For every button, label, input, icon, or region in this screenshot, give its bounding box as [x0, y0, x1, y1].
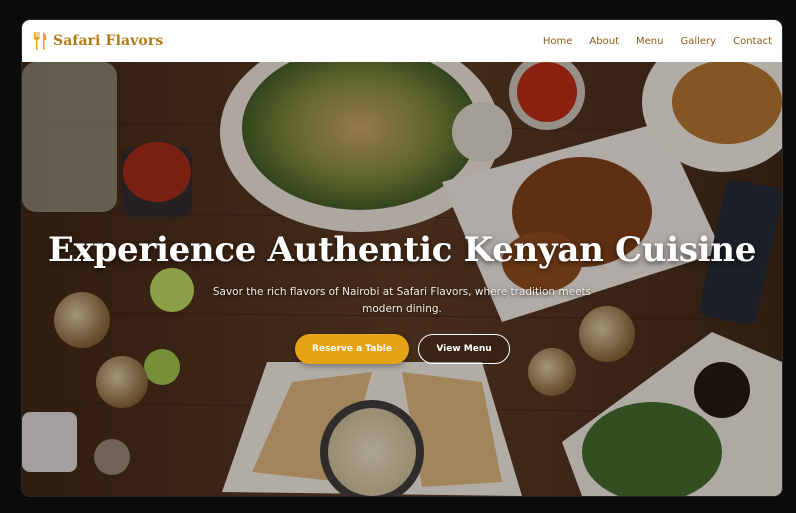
browser-viewport: Safari Flavors Home About Menu Gallery C… — [22, 20, 782, 496]
hero-section: Experience Authentic Kenyan Cuisine Savo… — [22, 62, 782, 496]
brand-logo[interactable]: Safari Flavors — [32, 31, 163, 51]
hero-title: Experience Authentic Kenyan Cuisine — [47, 230, 757, 270]
brand-name: Safari Flavors — [53, 33, 164, 49]
nav-link-home[interactable]: Home — [543, 36, 573, 47]
hero-overlay — [22, 62, 782, 496]
nav-link-menu[interactable]: Menu — [636, 36, 663, 47]
nav-link-about[interactable]: About — [589, 36, 619, 47]
navbar: Safari Flavors Home About Menu Gallery C… — [22, 20, 782, 62]
nav-link-gallery[interactable]: Gallery — [680, 36, 716, 47]
reserve-table-button[interactable]: Reserve a Table — [295, 334, 409, 364]
nav-link-contact[interactable]: Contact — [733, 36, 772, 47]
nav-menu: Home About Menu Gallery Contact — [526, 36, 772, 47]
hero-subtitle: Savor the rich flavors of Nairobi at Saf… — [212, 286, 592, 315]
view-menu-button[interactable]: View Menu — [418, 334, 510, 364]
fork-knife-icon — [34, 32, 47, 50]
